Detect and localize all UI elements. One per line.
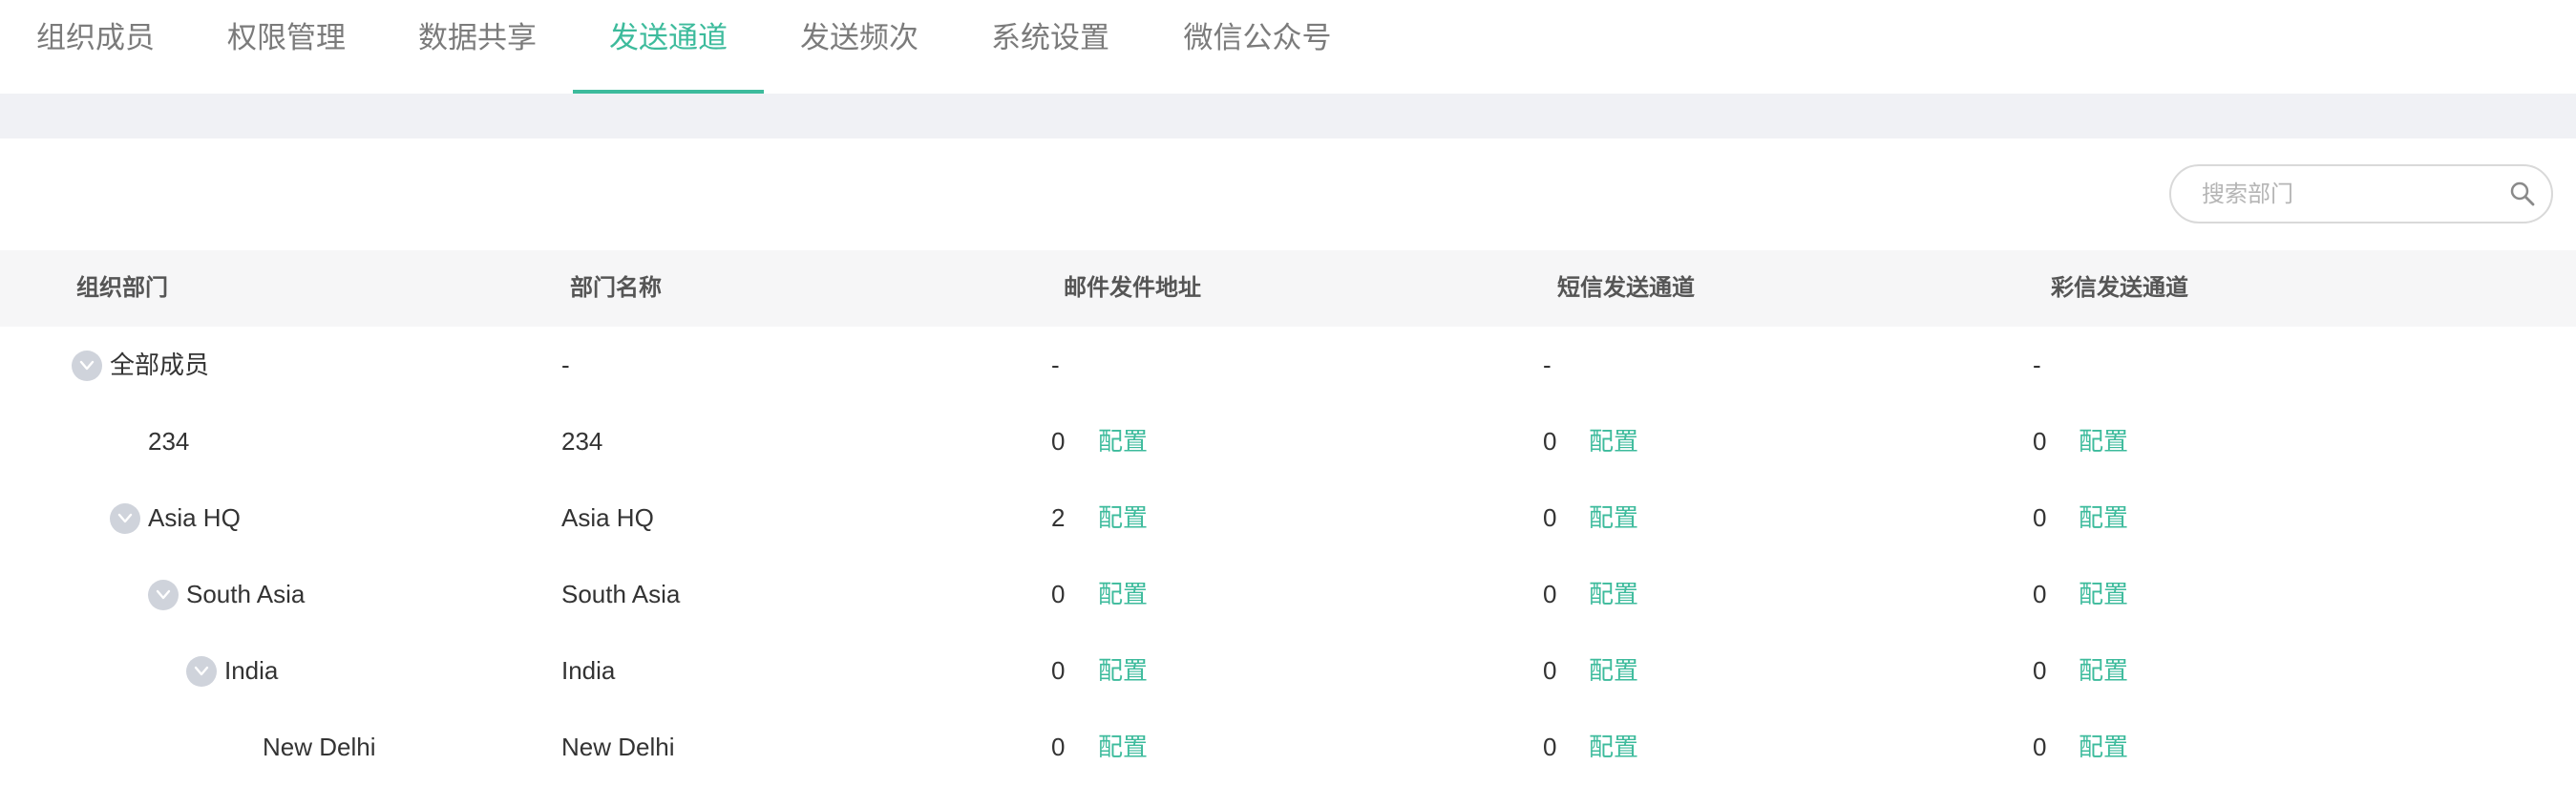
tab-bar: 组织成员 权限管理 数据共享 发送通道 发送频次 系统设置 微信公众号 — [0, 0, 2576, 94]
mms-config-button[interactable]: 配置 — [2079, 632, 2128, 709]
chevron-down-icon[interactable] — [186, 656, 217, 687]
email-config-button[interactable]: 配置 — [1098, 403, 1148, 479]
tree-node-label[interactable]: 全部成员 — [110, 327, 209, 403]
tab-members[interactable]: 组织成员 — [0, 0, 191, 94]
tab-permissions[interactable]: 权限管理 — [191, 0, 382, 94]
sms-count-cell: 0 — [1543, 427, 1557, 456]
sms-config-button[interactable]: 配置 — [1589, 709, 1638, 785]
tree-node-label[interactable]: South Asia — [186, 556, 305, 632]
department-search[interactable] — [2169, 164, 2553, 223]
dept-name-cell: - — [561, 351, 570, 379]
chevron-down-icon[interactable] — [72, 351, 102, 381]
chevron-down-icon[interactable] — [148, 580, 179, 610]
column-header-org: 组织部门 — [76, 275, 168, 301]
mms-config-button[interactable]: 配置 — [2079, 556, 2128, 632]
sms-count-cell: 0 — [1543, 656, 1557, 685]
tree-node-label[interactable]: Asia HQ — [148, 479, 241, 556]
column-header-sms: 短信发送通道 — [1557, 275, 1695, 301]
mms-config-button[interactable]: 配置 — [2079, 403, 2128, 479]
mms-count-cell: 0 — [2033, 503, 2047, 532]
mms-count-cell: 0 — [2033, 733, 2047, 761]
table-row: 234 234 0 配置 0 配置 0 配置 — [0, 403, 2576, 479]
chevron-down-icon[interactable] — [110, 503, 140, 534]
sms-count-cell: 0 — [1543, 580, 1557, 608]
table-header: 组织部门 部门名称 邮件发件地址 短信发送通道 彩信发送通道 — [0, 250, 2576, 327]
tab-data-sharing[interactable]: 数据共享 — [382, 0, 573, 94]
tab-send-frequency[interactable]: 发送频次 — [764, 0, 955, 94]
email-config-button[interactable]: 配置 — [1098, 632, 1148, 709]
section-divider — [0, 94, 2576, 138]
email-config-button[interactable]: 配置 — [1098, 479, 1148, 556]
email-count-cell: 2 — [1051, 503, 1066, 532]
table-row: India India 0 配置 0 配置 0 配置 — [0, 632, 2576, 709]
sms-config-button[interactable]: 配置 — [1589, 556, 1638, 632]
tree-node-label[interactable]: New Delhi — [263, 709, 376, 785]
tab-wechat[interactable]: 微信公众号 — [1146, 0, 1369, 94]
mms-count-cell: 0 — [2033, 427, 2047, 456]
column-header-dept-name: 部门名称 — [570, 275, 662, 301]
table-row: South Asia South Asia 0 配置 0 配置 0 配置 — [0, 556, 2576, 632]
sms-config-button[interactable]: 配置 — [1589, 403, 1638, 479]
dept-name-cell: South Asia — [561, 580, 681, 608]
email-count-cell: 0 — [1051, 580, 1066, 608]
email-config-button[interactable]: 配置 — [1098, 556, 1148, 632]
dept-name-cell: 234 — [561, 427, 603, 456]
email-count-cell: - — [1051, 351, 1060, 379]
dept-name-cell: India — [561, 656, 616, 685]
tree-node-label[interactable]: India — [224, 632, 278, 709]
tab-system-settings[interactable]: 系统设置 — [955, 0, 1146, 94]
mms-count-cell: 0 — [2033, 580, 2047, 608]
sms-count-cell: 0 — [1543, 503, 1557, 532]
email-count-cell: 0 — [1051, 656, 1066, 685]
dept-name-cell: Asia HQ — [561, 503, 654, 532]
column-header-mms: 彩信发送通道 — [2051, 275, 2188, 301]
sms-count-cell: 0 — [1543, 733, 1557, 761]
sms-config-button[interactable]: 配置 — [1589, 479, 1638, 556]
mms-config-button[interactable]: 配置 — [2079, 479, 2128, 556]
table-row: New Delhi New Delhi 0 配置 0 配置 0 配置 — [0, 709, 2576, 785]
table-row: 全部成员 - - - - — [0, 327, 2576, 403]
email-config-button[interactable]: 配置 — [1098, 709, 1148, 785]
tree-node-label[interactable]: 234 — [148, 403, 189, 479]
mms-config-button[interactable]: 配置 — [2079, 709, 2128, 785]
sms-count-cell: - — [1543, 351, 1552, 379]
mms-count-cell: 0 — [2033, 656, 2047, 685]
tab-send-channel[interactable]: 发送通道 — [573, 0, 764, 94]
sms-config-button[interactable]: 配置 — [1589, 632, 1638, 709]
email-count-cell: 0 — [1051, 427, 1066, 456]
email-count-cell: 0 — [1051, 733, 1066, 761]
search-input[interactable] — [2200, 166, 2490, 223]
search-icon[interactable] — [2509, 181, 2536, 207]
column-header-email: 邮件发件地址 — [1064, 275, 1201, 301]
table-row: Asia HQ Asia HQ 2 配置 0 配置 0 配置 — [0, 479, 2576, 556]
mms-count-cell: - — [2033, 351, 2041, 379]
dept-name-cell: New Delhi — [561, 733, 675, 761]
